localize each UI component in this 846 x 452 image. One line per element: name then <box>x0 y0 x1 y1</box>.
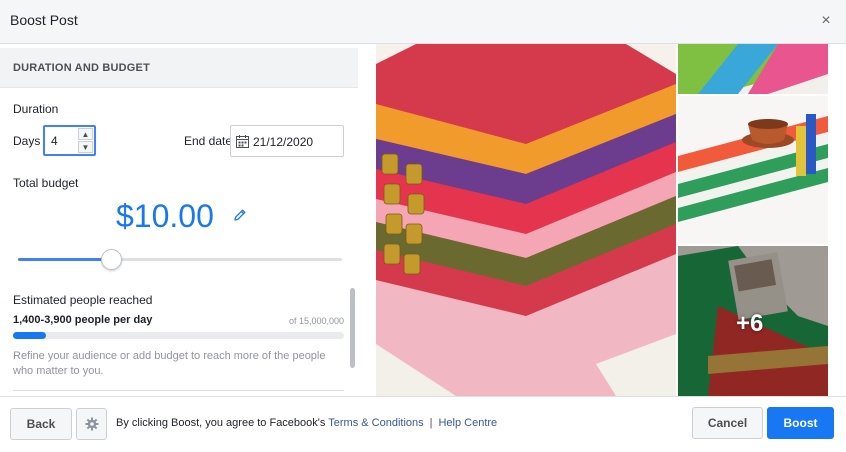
chevron-down-icon[interactable]: ▼ <box>78 141 93 153</box>
more-images-count[interactable]: +6 <box>736 310 763 338</box>
gear-icon <box>85 417 99 431</box>
terms-prefix: By clicking Boost, you agree to Facebook… <box>116 417 326 429</box>
budget-slider-fill <box>18 258 112 261</box>
boost-post-dialog: Boost Post × DURATION AND BUDGET Duratio… <box>0 0 846 452</box>
chevron-up-icon[interactable]: ▲ <box>78 128 93 140</box>
days-value[interactable]: 4 <box>51 134 58 148</box>
terms-link[interactable]: Terms & Conditions <box>328 417 423 429</box>
budget-amount: $10.00 <box>116 198 214 234</box>
cancel-button[interactable]: Cancel <box>692 407 763 439</box>
duration-budget-panel: DURATION AND BUDGET Duration Days 4 ▲ ▼ … <box>0 44 360 396</box>
total-budget-label: Total budget <box>13 176 79 190</box>
end-date-value[interactable]: 21/12/2020 <box>253 135 313 149</box>
dialog-footer: Back By clicking Boost, you agree to Fac… <box>0 396 846 452</box>
reach-note: Refine your audience or add budget to re… <box>13 350 326 377</box>
main-post-image <box>376 44 676 396</box>
settings-button[interactable] <box>76 408 107 440</box>
dialog-title: Boost Post <box>10 12 78 28</box>
days-stepper[interactable]: 4 ▲ ▼ <box>43 125 96 156</box>
back-button[interactable]: Back <box>10 408 72 440</box>
duration-label: Duration <box>13 102 59 116</box>
help-centre-link[interactable]: Help Centre <box>438 417 497 429</box>
gallery-thumbnail[interactable] <box>678 44 828 94</box>
reach-range: 1,400-3,900 people per day <box>13 314 153 326</box>
budget-slider-handle[interactable] <box>101 249 123 270</box>
reach-bar-fill <box>13 332 47 339</box>
calendar-icon <box>236 135 249 148</box>
section-title: DURATION AND BUDGET <box>13 62 151 74</box>
reach-title: Estimated people reached <box>13 293 153 307</box>
dialog-header: Boost Post × <box>0 0 846 44</box>
pencil-icon[interactable] <box>233 208 247 222</box>
section-header: DURATION AND BUDGET <box>0 48 358 88</box>
days-spinner[interactable]: ▲ ▼ <box>78 128 93 153</box>
gallery-thumbnail[interactable] <box>678 96 828 244</box>
reach-total: of 15,000,000 <box>288 316 344 326</box>
divider <box>13 390 344 391</box>
end-date-label: End date <box>184 134 233 148</box>
end-date-field[interactable]: 21/12/2020 <box>230 125 344 157</box>
budget-slider-track[interactable] <box>18 258 342 261</box>
post-image-gallery: +6 <box>376 44 828 396</box>
link-separator: | <box>429 417 433 429</box>
boost-button[interactable]: Boost <box>767 407 834 439</box>
close-icon[interactable]: × <box>818 13 834 29</box>
gallery-more-thumbnail[interactable]: +6 <box>678 246 828 396</box>
terms-notice: By clicking Boost, you agree to Facebook… <box>116 417 497 429</box>
panel-scrollbar[interactable] <box>350 288 355 368</box>
days-label: Days <box>13 134 41 148</box>
reach-bar <box>13 332 344 339</box>
